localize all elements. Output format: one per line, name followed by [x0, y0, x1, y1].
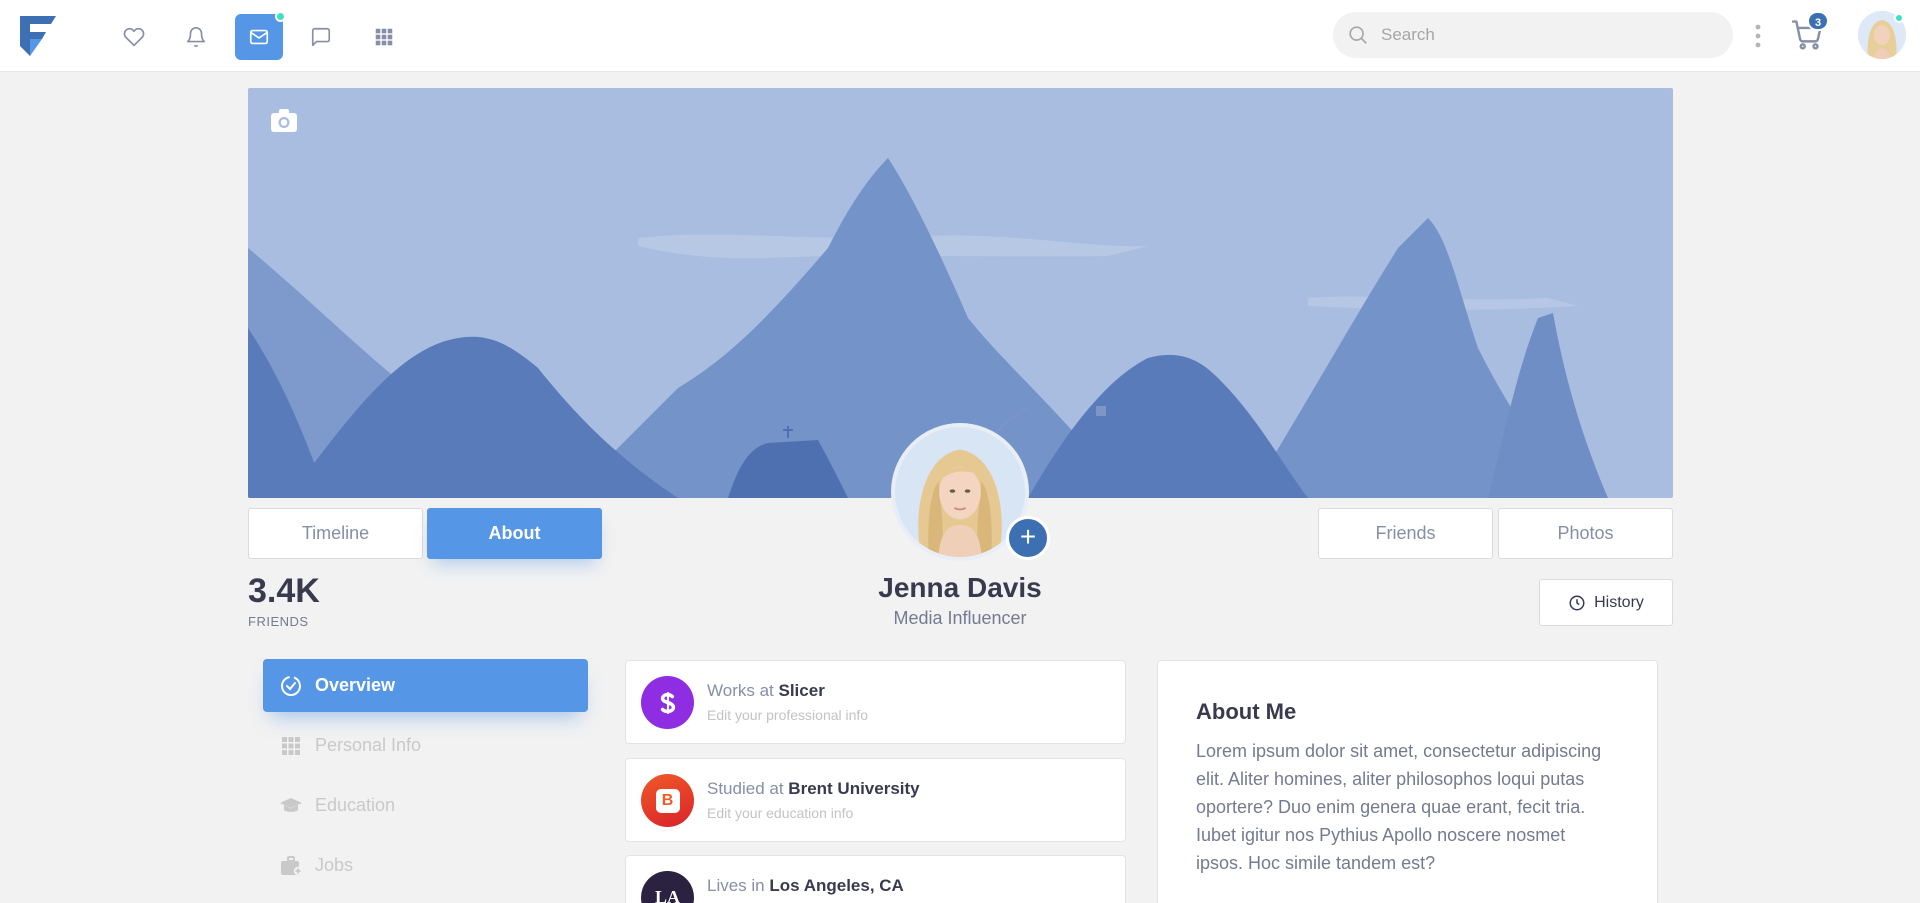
menu-item-personal-info[interactable]: Personal Info: [263, 719, 588, 772]
grid-icon: [282, 736, 300, 755]
tab-friends[interactable]: Friends: [1318, 508, 1493, 559]
top-navbar: 3: [0, 0, 1920, 72]
info-title: Works at Slicer: [707, 681, 825, 700]
more-options-icon[interactable]: [1750, 22, 1766, 50]
about-me-card: About Me Lorem ipsum dolor sit amet, con…: [1157, 660, 1658, 903]
apps-icon[interactable]: [360, 14, 408, 60]
chat-icon[interactable]: [297, 14, 345, 60]
graduation-cap-icon: [280, 797, 302, 812]
check-circle-icon: [281, 675, 301, 696]
info-subtitle[interactable]: Edit your education info: [707, 805, 853, 821]
tab-about[interactable]: About: [427, 508, 602, 559]
search-bar: [1333, 12, 1733, 58]
search-input[interactable]: [1381, 12, 1711, 58]
menu-item-overview[interactable]: Overview: [263, 659, 588, 712]
menu-item-label: Education: [315, 795, 396, 815]
menu-item-label: Overview: [315, 675, 396, 695]
friends-label: FRIENDS: [248, 614, 309, 629]
cart-count-badge: 3: [1807, 11, 1829, 31]
online-status-dot: [1894, 13, 1904, 23]
camera-icon[interactable]: [270, 108, 298, 134]
brand-logo[interactable]: [20, 16, 56, 56]
about-text: Lorem ipsum dolor sit amet, consectetur …: [1196, 741, 1602, 873]
bell-icon[interactable]: [172, 14, 220, 60]
menu-item-label: Jobs: [315, 855, 354, 875]
about-title: About Me: [1196, 699, 1297, 724]
city-logo-icon: LA: [641, 871, 694, 903]
clock-icon: [1569, 595, 1585, 610]
menu-item-education[interactable]: Education: [263, 779, 588, 832]
tab-photos[interactable]: Photos: [1498, 508, 1673, 559]
mail-icon[interactable]: [235, 11, 286, 60]
menu-item-label: Personal Info: [315, 735, 422, 755]
tab-timeline[interactable]: Timeline: [248, 508, 423, 559]
add-photo-button[interactable]: +: [1006, 516, 1050, 560]
info-title: Lives in Los Angeles, CA: [707, 876, 904, 895]
profile-role: Media Influencer: [893, 608, 1027, 628]
search-icon: [1349, 26, 1367, 44]
profile-name: Jenna Davis: [878, 572, 1042, 603]
info-title: Studied at Brent University: [707, 779, 920, 798]
menu-item-jobs[interactable]: Jobs: [263, 839, 588, 892]
info-card-education[interactable]: B Studied at Brent University Edit your …: [625, 758, 1126, 842]
heart-icon[interactable]: [110, 14, 158, 60]
info-card-work[interactable]: Works at Slicer Edit your professional i…: [625, 660, 1126, 744]
friends-count: 3.4K: [248, 572, 320, 610]
history-button[interactable]: History: [1539, 579, 1673, 626]
info-subtitle[interactable]: Edit your professional info: [707, 707, 868, 723]
university-logo-letter: B: [655, 788, 680, 813]
company-logo-icon: [641, 676, 694, 729]
briefcase-icon: [281, 855, 303, 875]
info-card-location[interactable]: LA Lives in Los Angeles, CA: [625, 855, 1126, 903]
history-label: History: [1594, 593, 1644, 611]
university-logo-icon: B: [641, 774, 694, 827]
unread-dot: [275, 11, 286, 22]
